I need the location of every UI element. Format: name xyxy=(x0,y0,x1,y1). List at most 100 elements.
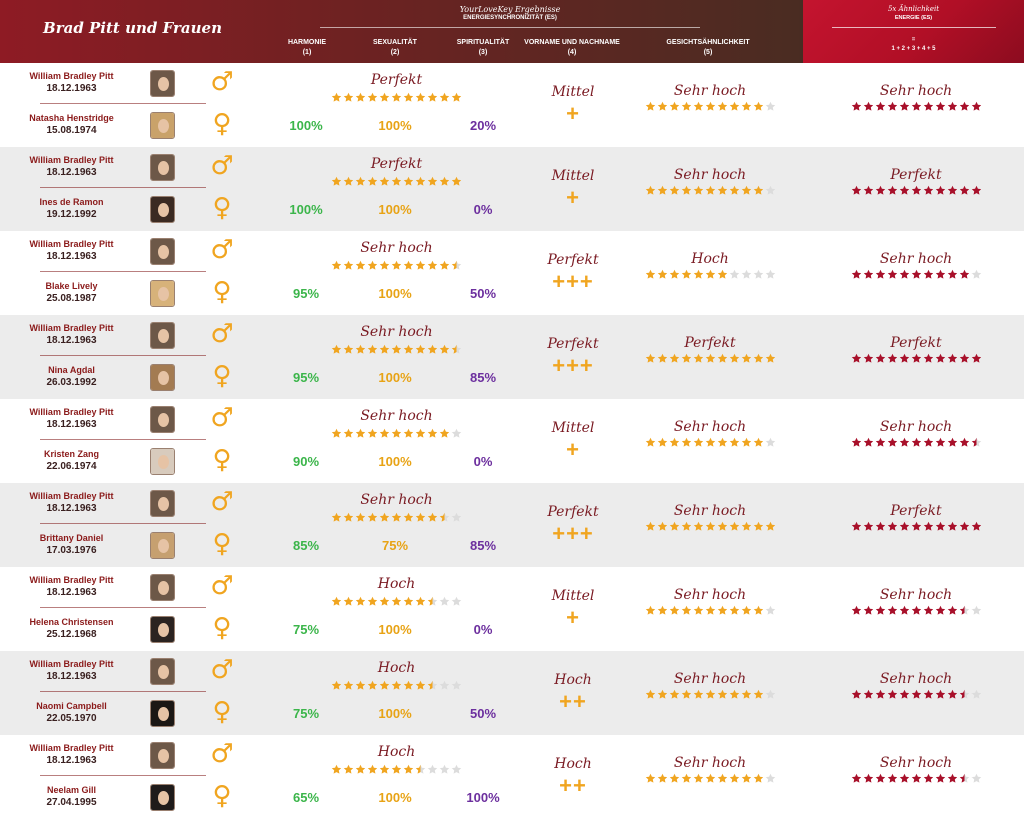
avatar[interactable] xyxy=(150,280,175,307)
avatar[interactable] xyxy=(150,532,175,559)
star-icon xyxy=(367,764,378,774)
sexuality-percent: 75% xyxy=(381,538,409,553)
star-icon xyxy=(391,176,402,186)
star-icon xyxy=(451,92,462,102)
avatar[interactable] xyxy=(150,658,175,685)
star-icon xyxy=(681,773,692,783)
star-icon xyxy=(875,437,886,447)
star-icon xyxy=(947,437,958,447)
star-icon xyxy=(391,764,402,774)
star-icon xyxy=(935,773,946,783)
star-icon xyxy=(379,344,390,354)
similarity-title: 5x Ähnlichkeit xyxy=(887,5,940,13)
star-icon xyxy=(669,353,680,363)
star-icon xyxy=(741,101,752,111)
star-icon xyxy=(355,680,366,690)
star-icon xyxy=(717,353,728,363)
avatar[interactable] xyxy=(150,700,175,727)
star-icon xyxy=(403,512,414,522)
energy-rating-label: Sehr hoch xyxy=(879,755,953,771)
avatar[interactable] xyxy=(150,364,175,391)
star-icon xyxy=(439,344,450,354)
star-icon xyxy=(959,521,970,531)
avatar[interactable] xyxy=(150,574,175,601)
star-icon xyxy=(923,101,934,111)
avatar[interactable] xyxy=(150,616,175,643)
star-icon xyxy=(935,689,946,699)
star-icon xyxy=(765,101,776,111)
star-icon xyxy=(741,605,752,615)
face-similarity-stars xyxy=(645,773,776,785)
star-icon xyxy=(899,773,910,783)
harmony-stars xyxy=(331,680,462,692)
star-icon xyxy=(355,176,366,186)
energy-sync-label: ENERGIESYNCHRONIZITÄT (ES) xyxy=(463,15,557,21)
star-icon xyxy=(899,269,910,279)
harmony-stars xyxy=(331,92,462,104)
person1-name: William Bradley Pitt xyxy=(29,407,114,417)
name-rating-label: Perfekt xyxy=(547,336,599,352)
avatar[interactable] xyxy=(150,322,175,349)
energy-rating-label: Perfekt xyxy=(890,167,942,183)
person1-name: William Bradley Pitt xyxy=(29,659,114,669)
table-row: William Bradley Pitt 18.12.1963 Ines de Ra… xyxy=(0,147,1024,231)
avatar[interactable] xyxy=(150,196,175,223)
star-icon xyxy=(693,185,704,195)
star-icon xyxy=(851,521,862,531)
star-icon xyxy=(899,185,910,195)
star-icon xyxy=(343,428,354,438)
female-icon: ♀ xyxy=(212,613,232,643)
star-icon xyxy=(693,605,704,615)
energy-stars xyxy=(851,521,982,533)
person2-birthdate: 22.05.1970 xyxy=(46,713,97,724)
avatar[interactable] xyxy=(150,784,175,811)
star-icon xyxy=(343,344,354,354)
star-icon xyxy=(355,512,366,522)
star-icon xyxy=(415,92,426,102)
harmony-percent: 75% xyxy=(292,706,320,721)
avatar[interactable] xyxy=(150,742,175,769)
avatar[interactable] xyxy=(150,448,175,475)
star-icon xyxy=(935,185,946,195)
star-icon xyxy=(391,92,402,102)
star-icon xyxy=(765,353,776,363)
face-similarity-label: Sehr hoch xyxy=(673,503,747,519)
star-icon xyxy=(911,101,922,111)
star-icon xyxy=(331,92,342,102)
star-icon xyxy=(367,344,378,354)
star-icon xyxy=(343,764,354,774)
star-icon xyxy=(669,269,680,279)
avatar[interactable] xyxy=(150,490,175,517)
star-icon xyxy=(729,521,740,531)
avatar[interactable] xyxy=(150,70,175,97)
star-icon xyxy=(729,437,740,447)
star-icon xyxy=(705,605,716,615)
star-icon xyxy=(959,101,970,111)
person2-name: Blake Lively xyxy=(45,281,98,291)
star-icon xyxy=(415,596,426,606)
name-rating-label: Mittel xyxy=(551,84,595,100)
star-icon xyxy=(427,176,438,186)
name-plus-rating: + xyxy=(566,185,580,210)
pair-divider xyxy=(40,103,206,104)
star-icon xyxy=(947,605,958,615)
name-plus-rating: + xyxy=(566,605,580,630)
avatar[interactable] xyxy=(150,406,175,433)
star-icon xyxy=(911,605,922,615)
avatar[interactable] xyxy=(150,112,175,139)
avatar[interactable] xyxy=(150,154,175,181)
star-icon xyxy=(439,260,450,270)
name-plus-rating: +++ xyxy=(552,353,594,378)
harmony-rating-label: Perfekt xyxy=(370,156,423,172)
equals-sign: = xyxy=(911,37,916,43)
spirituality-percent: 85% xyxy=(469,370,497,385)
star-icon xyxy=(753,437,764,447)
pair-divider xyxy=(40,187,206,188)
harmony-percent: 85% xyxy=(292,538,320,553)
table-row: William Bradley Pitt 18.12.1963 Natasha He… xyxy=(0,63,1024,147)
avatar[interactable] xyxy=(150,238,175,265)
star-icon xyxy=(379,596,390,606)
star-icon xyxy=(669,521,680,531)
energy-rating-label: Sehr hoch xyxy=(879,587,953,603)
star-icon xyxy=(765,437,776,447)
